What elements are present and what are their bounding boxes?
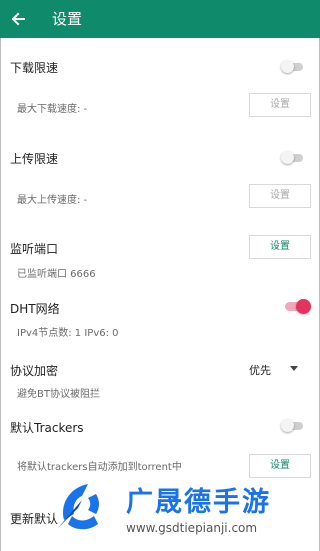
listen-port-set-button[interactable]: 设置 (249, 235, 311, 259)
trackers-description: 将默认trackers自动添加到torrent中 (17, 462, 182, 473)
watermark-logo-icon (58, 484, 99, 530)
chevron-down-icon[interactable] (290, 366, 298, 371)
listen-port-label: 监听端口 (10, 242, 59, 256)
encryption-select-value[interactable]: 优先 (249, 362, 271, 378)
download-limit-toggle[interactable] (281, 60, 305, 73)
listen-port-status: 已监听端口 6666 (17, 269, 96, 280)
arrow-left-icon[interactable] (8, 9, 28, 29)
dht-toggle[interactable] (285, 299, 311, 314)
upload-limit-toggle[interactable] (281, 151, 305, 164)
upload-limit-label: 上传限速 (10, 152, 59, 166)
watermark: 广晟德手游 www.gsdtiepianji.com (54, 478, 320, 551)
dht-node-count: IPv4节点数: 1 IPv6: 0 (17, 328, 119, 339)
encryption-description: 避免BT协议被阻拦 (17, 389, 100, 400)
download-limit-label: 下载限速 (10, 61, 59, 75)
max-download-speed-label: 最大下载速度: - (17, 104, 88, 115)
upload-limit-set-button[interactable]: 设置 (249, 184, 311, 208)
watermark-title: 广晟德手游 (126, 487, 271, 518)
dht-label: DHT网络 (10, 302, 60, 316)
trackers-toggle[interactable] (281, 419, 305, 432)
trackers-label: 默认Trackers (10, 421, 84, 435)
download-limit-set-button[interactable]: 设置 (249, 93, 311, 117)
encryption-label: 协议加密 (10, 364, 59, 378)
trackers-set-button[interactable]: 设置 (249, 454, 311, 478)
settings-list: 下载限速 最大下载速度: - 设置 上传限速 最大上传速度: - 设置 监听端口… (0, 38, 320, 551)
page-title: 设置 (52, 10, 83, 28)
app-bar: 设置 (0, 0, 320, 38)
watermark-url: www.gsdtiepianji.com (126, 521, 258, 535)
max-upload-speed-label: 最大上传速度: - (17, 195, 88, 206)
update-trackers-label[interactable]: 更新默认 (10, 510, 58, 527)
